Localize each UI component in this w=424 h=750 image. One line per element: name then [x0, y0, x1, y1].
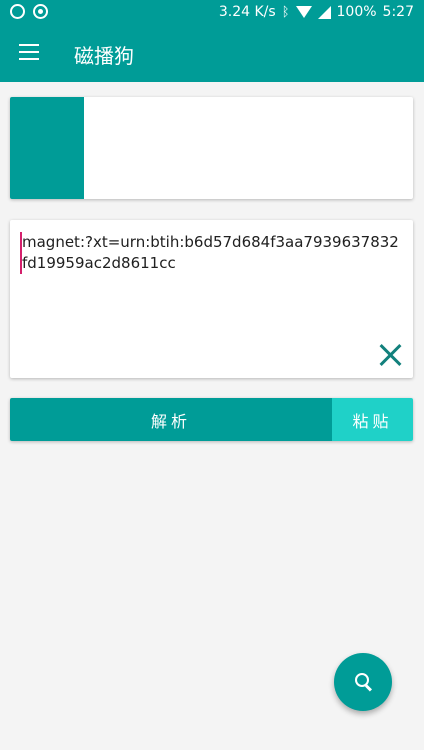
parse-button[interactable]: 解析	[10, 398, 332, 441]
paste-button[interactable]: 粘贴	[332, 398, 413, 441]
app-toolbar: 磁播狗	[0, 25, 424, 82]
app-notification-icon	[10, 4, 25, 19]
signal-icon	[317, 5, 331, 19]
action-bar: 解析 粘贴	[10, 398, 413, 441]
clock: 5:27	[382, 4, 414, 20]
circle-notification-icon	[33, 4, 48, 19]
close-icon[interactable]	[379, 344, 401, 366]
wifi-icon	[295, 6, 312, 18]
app-title: 磁播狗	[74, 44, 134, 68]
banner-card	[10, 97, 413, 199]
hamburger-menu-icon[interactable]	[19, 44, 39, 60]
search-fab[interactable]	[334, 653, 392, 711]
bluetooth-icon: ᛒ	[281, 4, 290, 20]
battery-level: 100%	[336, 4, 377, 20]
network-speed: 3.24 K/s	[218, 4, 276, 20]
status-bar: 3.24 K/s ᛒ 100% 5:27	[0, 0, 424, 25]
banner-accent	[10, 97, 84, 199]
magnet-input[interactable]: magnet:?xt=urn:btih:b6d57d684f3aa7939637…	[20, 232, 402, 274]
magnet-input-card[interactable]: magnet:?xt=urn:btih:b6d57d684f3aa7939637…	[10, 220, 413, 378]
